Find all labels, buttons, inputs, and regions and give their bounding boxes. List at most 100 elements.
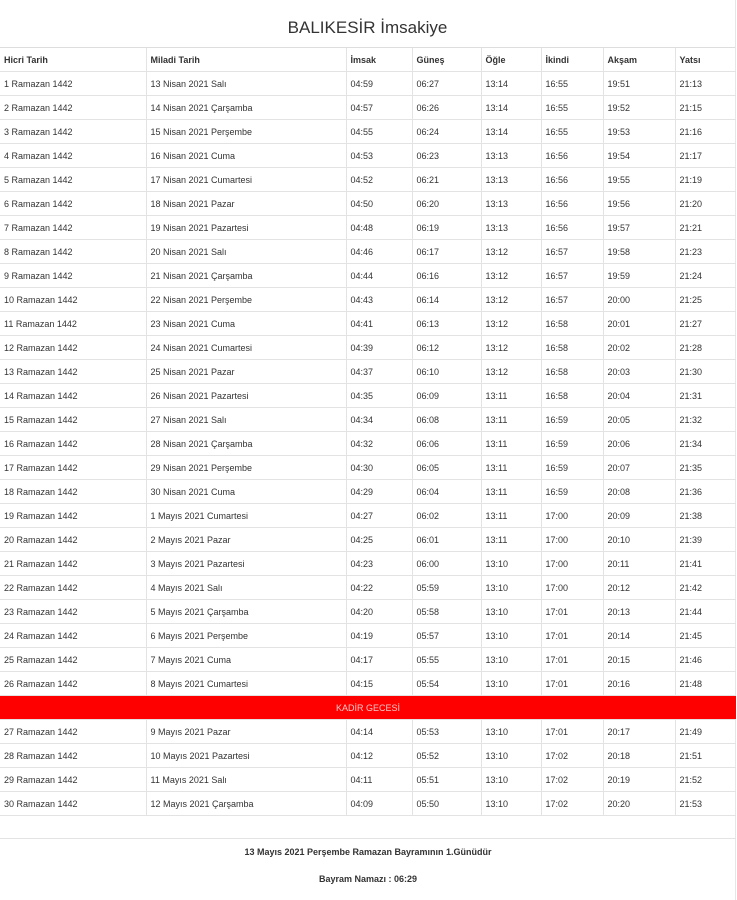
gunes-cell: 06:01 [412,527,482,552]
gunes-cell: 05:51 [412,767,482,792]
imsak-cell: 04:43 [346,287,413,312]
ikindi-cell: 16:59 [541,455,604,480]
ogle-cell: 13:10 [481,551,542,576]
table-row: 19 Ramazan 1442 1 Mayıs 2021 Cumartesi 04:… [0,503,736,528]
aksam-cell: 20:16 [603,671,676,696]
aksam-cell: 20:02 [603,335,676,360]
table-row: 17 Ramazan 1442 29 Nisan 2021 Perşembe 04:… [0,455,736,480]
gunes-cell: 06:13 [412,311,482,336]
imsak-cell: 04:30 [346,455,413,480]
imsak-cell: 04:23 [346,551,413,576]
table-row: 23 Ramazan 1442 5 Mayıs 2021 Çarşamba 04:2… [0,599,736,624]
table-row: 27 Ramazan 1442 9 Mayıs 2021 Pazar 04:14 05… [0,719,736,744]
miladi-tarih-cell: 13 Nisan 2021 Salı [146,71,347,96]
ogle-cell: 13:11 [481,383,542,408]
hicri-tarih-cell: 8 Ramazan 1442 [0,239,147,264]
aksam-cell: 20:04 [603,383,676,408]
imsak-cell: 04:35 [346,383,413,408]
gunes-cell: 05:54 [412,671,482,696]
hicri-tarih-cell: 22 Ramazan 1442 [0,575,147,600]
yatsi-cell: 21:28 [675,335,736,360]
miladi-tarih-cell: 18 Nisan 2021 Pazar [146,191,347,216]
ogle-cell: 13:12 [481,287,542,312]
aksam-cell: 20:05 [603,407,676,432]
table-row: 7 Ramazan 1442 19 Nisan 2021 Pazartesi 04:… [0,215,736,240]
gunes-cell: 06:27 [412,71,482,96]
table-row: 15 Ramazan 1442 27 Nisan 2021 Salı 04:34 06… [0,407,736,432]
table-row: 10 Ramazan 1442 22 Nisan 2021 Perşembe 04:… [0,287,736,312]
gunes-cell: 06:23 [412,143,482,168]
ogle-cell: 13:10 [481,767,542,792]
aksam-cell: 20:01 [603,311,676,336]
miladi-tarih-header: Miladi Tarih [146,48,347,72]
hicri-tarih-cell: 23 Ramazan 1442 [0,599,147,624]
gunes-cell: 05:52 [412,743,482,768]
imsak-cell: 04:44 [346,263,413,288]
ikindi-cell: 17:00 [541,551,604,576]
aksam-cell: 20:08 [603,479,676,504]
table-header-row: Hicri Tarih Miladi Tarih İmsak Güneş Öğle İki… [0,48,736,72]
gunes-cell: 05:57 [412,623,482,648]
aksam-cell: 20:00 [603,287,676,312]
hicri-tarih-cell: 3 Ramazan 1442 [0,119,147,144]
ogle-cell: 13:10 [481,719,542,744]
table-row: 16 Ramazan 1442 28 Nisan 2021 Çarşamba 04:… [0,431,736,456]
imsak-cell: 04:59 [346,71,413,96]
hicri-tarih-cell: 28 Ramazan 1442 [0,743,147,768]
aksam-cell: 19:57 [603,215,676,240]
miladi-tarih-cell: 28 Nisan 2021 Çarşamba [146,431,347,456]
hicri-tarih-cell: 17 Ramazan 1442 [0,455,147,480]
hicri-tarih-cell: 18 Ramazan 1442 [0,479,147,504]
hicri-tarih-cell: 27 Ramazan 1442 [0,719,147,744]
aksam-cell: 20:10 [603,527,676,552]
hicri-tarih-cell: 1 Ramazan 1442 [0,71,147,96]
aksam-cell: 20:12 [603,575,676,600]
ogle-cell: 13:12 [481,263,542,288]
aksam-cell: 20:13 [603,599,676,624]
table-row: 12 Ramazan 1442 24 Nisan 2021 Cumartesi 04… [0,335,736,360]
table-row: 29 Ramazan 1442 11 Mayıs 2021 Salı 04:11 05… [0,767,736,792]
yatsi-cell: 21:34 [675,431,736,456]
gunes-cell: 06:20 [412,191,482,216]
imsak-cell: 04:25 [346,527,413,552]
miladi-tarih-cell: 25 Nisan 2021 Pazar [146,359,347,384]
ogle-cell: 13:10 [481,743,542,768]
miladi-tarih-cell: 14 Nisan 2021 Çarşamba [146,95,347,120]
miladi-tarih-cell: 22 Nisan 2021 Perşembe [146,287,347,312]
miladi-tarih-cell: 16 Nisan 2021 Cuma [146,143,347,168]
ikindi-cell: 16:58 [541,359,604,384]
gunes-cell: 06:26 [412,95,482,120]
aksam-cell: 19:52 [603,95,676,120]
hicri-tarih-cell: 4 Ramazan 1442 [0,143,147,168]
miladi-tarih-cell: 10 Mayıs 2021 Pazartesi [146,743,347,768]
spacer-row [0,815,736,839]
ikindi-cell: 16:56 [541,143,604,168]
hicri-tarih-cell: 20 Ramazan 1442 [0,527,147,552]
yatsi-cell: 21:53 [675,791,736,816]
spacer-cell [0,815,736,839]
miladi-tarih-cell: 1 Mayıs 2021 Cumartesi [146,503,347,528]
table-row: 9 Ramazan 1442 21 Nisan 2021 Çarşamba 04:4… [0,263,736,288]
miladi-tarih-cell: 5 Mayıs 2021 Çarşamba [146,599,347,624]
yatsi-cell: 21:17 [675,143,736,168]
aksam-cell: 19:55 [603,167,676,192]
yatsi-cell: 21:41 [675,551,736,576]
table-row: 6 Ramazan 1442 18 Nisan 2021 Pazar 04:50 06… [0,191,736,216]
table-row: 26 Ramazan 1442 8 Mayıs 2021 Cumartesi 04:… [0,671,736,696]
gunes-cell: 06:00 [412,551,482,576]
table-row: 24 Ramazan 1442 6 Mayıs 2021 Perşembe 04:1… [0,623,736,648]
aksam-cell: 19:59 [603,263,676,288]
imsak-cell: 04:09 [346,791,413,816]
aksam-cell: 20:09 [603,503,676,528]
imsak-cell: 04:48 [346,215,413,240]
yatsi-cell: 21:30 [675,359,736,384]
ogle-cell: 13:13 [481,143,542,168]
gunes-cell: 06:24 [412,119,482,144]
miladi-tarih-cell: 7 Mayıs 2021 Cuma [146,647,347,672]
imsak-cell: 04:22 [346,575,413,600]
imsak-cell: 04:32 [346,431,413,456]
aksam-cell: 20:14 [603,623,676,648]
imsak-cell: 04:41 [346,311,413,336]
yatsi-cell: 21:36 [675,479,736,504]
ogle-cell: 13:13 [481,167,542,192]
